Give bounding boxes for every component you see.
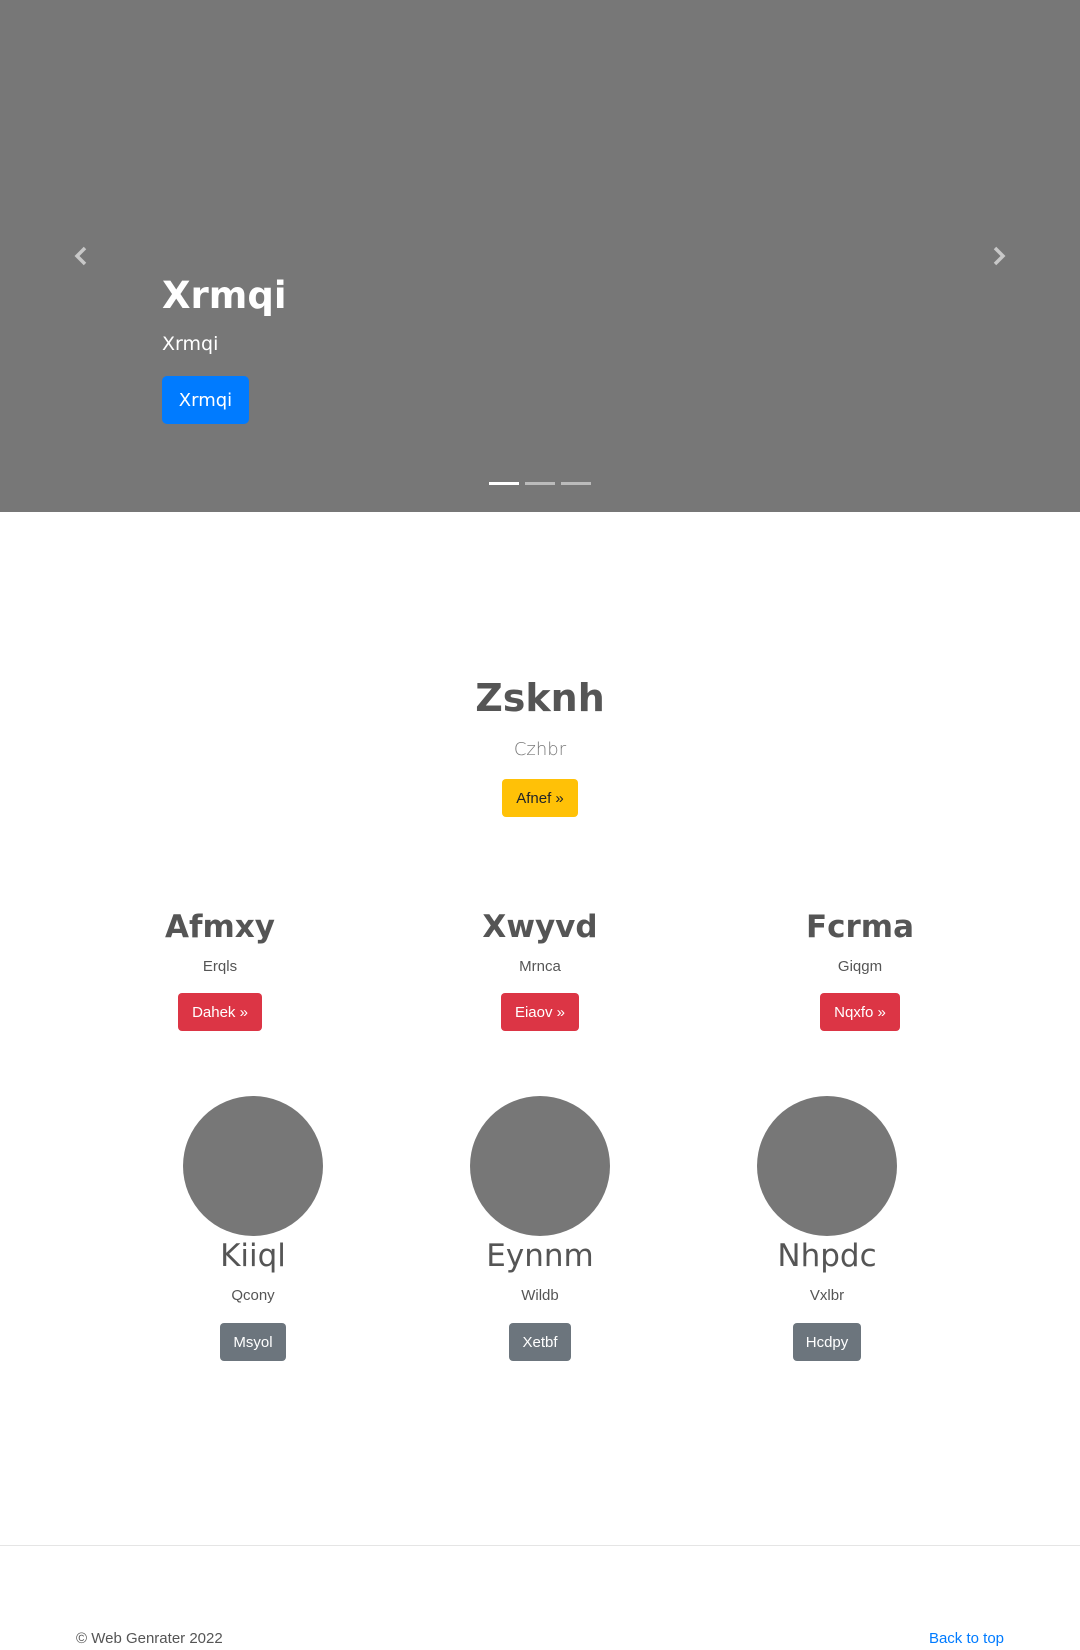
- carousel-indicator-1[interactable]: [489, 482, 519, 485]
- slide-text: Xrmqi: [162, 333, 219, 355]
- carousel-next-button[interactable]: [984, 238, 1014, 274]
- featured-button[interactable]: Afnef »: [502, 779, 578, 817]
- footer-divider: [0, 1545, 1080, 1546]
- chevron-right-icon: [993, 246, 1006, 266]
- avatar-placeholder: [757, 1096, 897, 1236]
- card-button[interactable]: Msyol: [220, 1323, 286, 1361]
- card-button[interactable]: Hcdpy: [792, 1323, 862, 1361]
- card-text: Wildb: [521, 1287, 559, 1304]
- column-1: Afmxy Erqls Dahek »: [90, 906, 350, 1031]
- column-text: Mrnca: [519, 958, 561, 975]
- featured-section: Zsknh Czhbr Afnef »: [0, 672, 1080, 817]
- card-2: Eynnm Wildb Xetbf: [410, 1096, 670, 1361]
- card-title: Nhpdc: [777, 1238, 877, 1274]
- hero-carousel: Xrmqi Xrmqi Xrmqi: [0, 0, 1080, 512]
- card-button[interactable]: Xetbf: [509, 1323, 571, 1361]
- card-text: Qcony: [231, 1287, 275, 1304]
- chevron-left-icon: [74, 246, 87, 266]
- footer-copyright: © Web Genrater 2022: [76, 1630, 223, 1647]
- carousel-indicator-2[interactable]: [525, 482, 555, 485]
- featured-subtitle: Czhbr: [513, 739, 567, 760]
- carousel-prev-button[interactable]: [66, 238, 96, 274]
- column-title: Fcrma: [805, 909, 915, 945]
- column-text: Erqls: [202, 958, 238, 975]
- column-button[interactable]: Dahek »: [178, 993, 262, 1031]
- slide-title: Xrmqi: [162, 274, 287, 317]
- card-text: Vxlbr: [809, 1287, 845, 1304]
- card-1: Kiiql Qcony Msyol: [123, 1096, 383, 1361]
- column-button[interactable]: Eiaov »: [500, 993, 580, 1031]
- back-to-top-link[interactable]: Back to top: [929, 1629, 1004, 1649]
- column-title: Afmxy: [165, 909, 275, 945]
- column-2: Xwyvd Mrnca Eiaov »: [410, 906, 670, 1031]
- carousel-indicators: [489, 482, 591, 485]
- column-3: Fcrma Giqgm Nqxfo »: [730, 906, 990, 1031]
- carousel-indicator-3[interactable]: [561, 482, 591, 485]
- card-title: Eynnm: [486, 1238, 594, 1274]
- card-3: Nhpdc Vxlbr Hcdpy: [697, 1096, 957, 1361]
- column-button[interactable]: Nqxfo »: [820, 993, 900, 1031]
- slide-button[interactable]: Xrmqi: [162, 376, 249, 424]
- card-title: Kiiql: [220, 1238, 286, 1274]
- avatar-placeholder: [183, 1096, 323, 1236]
- featured-title: Zsknh: [475, 676, 605, 720]
- avatar-placeholder: [470, 1096, 610, 1236]
- carousel-caption: Xrmqi Xrmqi Xrmqi: [162, 272, 287, 424]
- column-title: Xwyvd: [482, 909, 598, 945]
- column-text: Giqgm: [837, 958, 883, 975]
